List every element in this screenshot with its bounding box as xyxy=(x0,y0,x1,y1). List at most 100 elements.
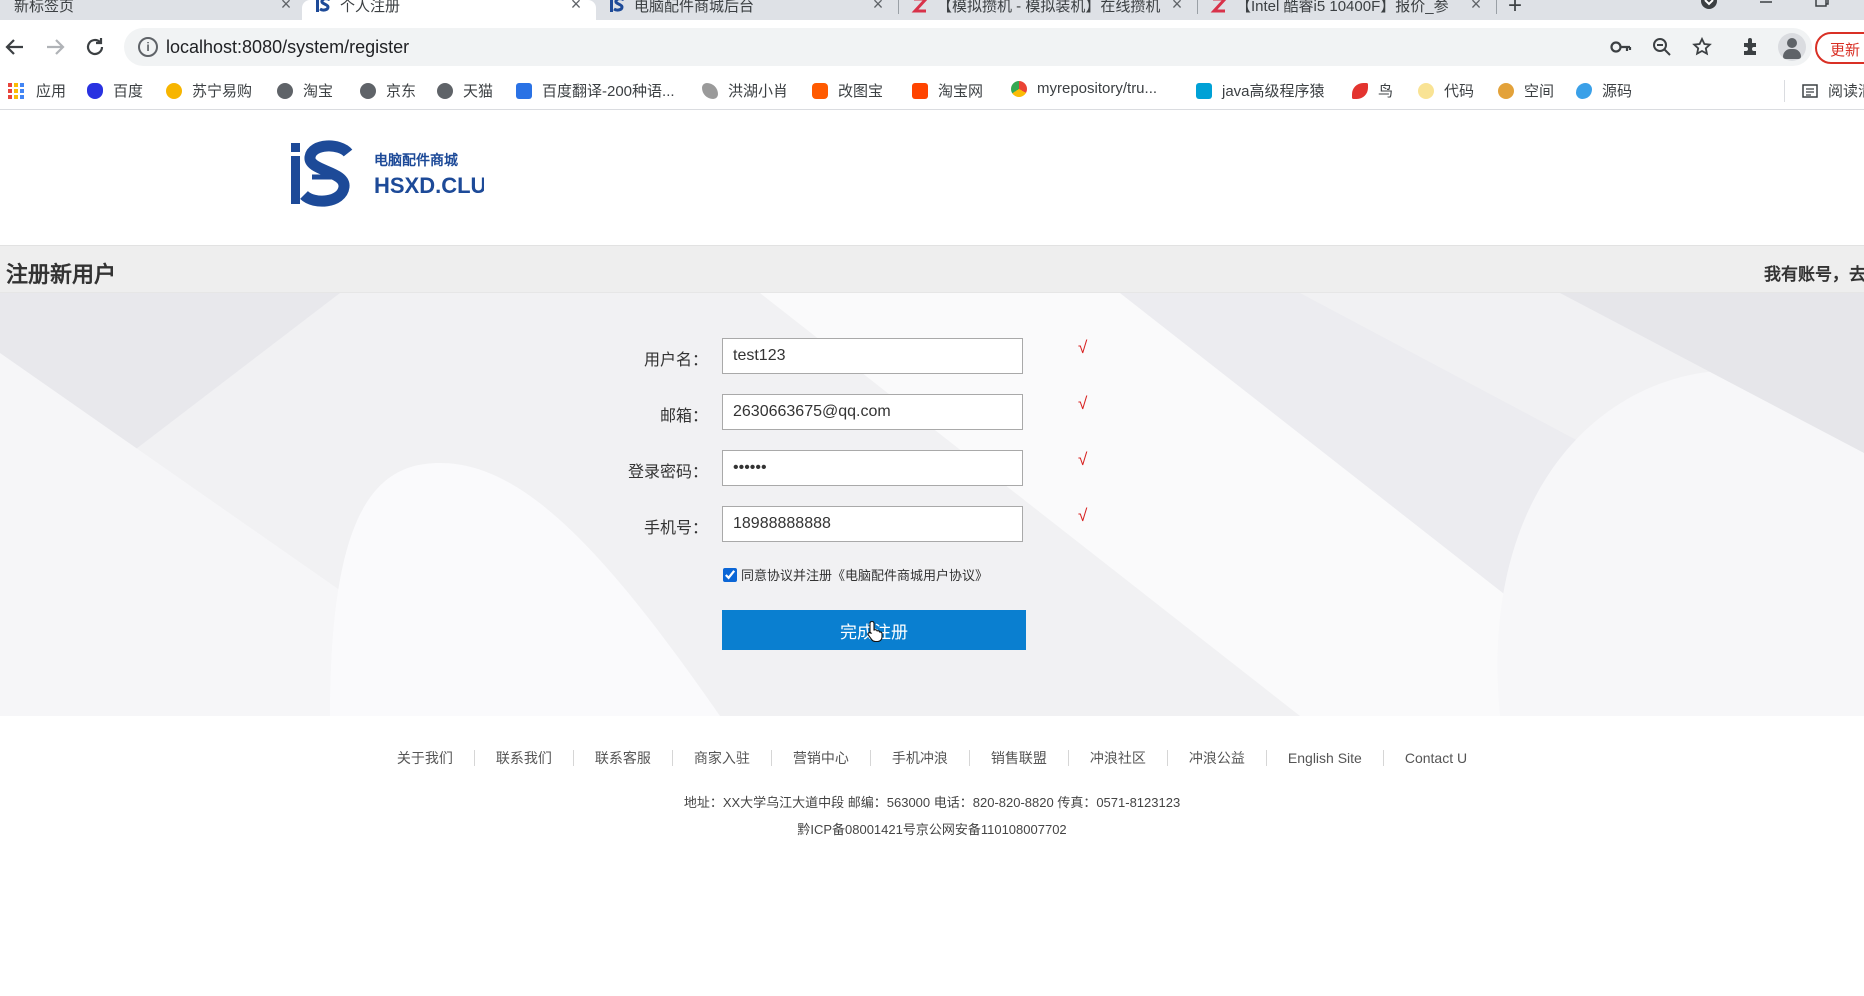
tab-build-pc[interactable]: 【模拟攒机 - 模拟装机】在线攒机 × xyxy=(899,0,1195,20)
bookmark-label: 应用 xyxy=(36,83,67,100)
bookmark-java[interactable]: java高级程序猿 xyxy=(1196,80,1325,101)
bookmark-label: 鸟 xyxy=(1378,83,1394,100)
footer-link-affiliate[interactable]: 销售联盟 xyxy=(970,750,1069,766)
email-row: 邮箱： √ xyxy=(0,394,1864,430)
bookmark-code[interactable]: 代码 xyxy=(1418,80,1474,101)
bookmark-source[interactable]: 源码 xyxy=(1576,80,1632,101)
bookmark-label: myrepository/tru... xyxy=(1037,80,1158,97)
globe-icon xyxy=(360,82,376,99)
translate-icon xyxy=(516,82,532,99)
site-info-icon[interactable]: i xyxy=(138,37,158,57)
tab-register[interactable]: 个人注册 × xyxy=(302,0,596,20)
bookmark-bird[interactable]: 鸟 xyxy=(1352,80,1393,101)
tab-search-icon[interactable] xyxy=(1700,0,1718,12)
bookmark-label: 苏宁易购 xyxy=(192,83,253,100)
minimize-window-icon[interactable] xyxy=(1758,0,1774,6)
phone-valid-mark: √ xyxy=(1078,506,1088,525)
username-input[interactable] xyxy=(722,338,1023,374)
email-label: 邮箱： xyxy=(659,408,708,425)
bookmark-baidu[interactable]: 百度 xyxy=(87,80,143,101)
forward-arrow-icon[interactable] xyxy=(44,36,66,58)
phone-row: 手机号： √ xyxy=(0,506,1864,542)
bookmark-taobao[interactable]: 淘宝 xyxy=(277,80,333,101)
close-icon[interactable]: × xyxy=(566,0,586,15)
bookmark-label: 空间 xyxy=(1524,83,1555,100)
red-bird-icon xyxy=(1352,82,1368,99)
back-arrow-icon[interactable] xyxy=(4,36,26,58)
bookmark-label: 源码 xyxy=(1602,83,1633,100)
bookmark-qzone[interactable]: 空间 xyxy=(1498,80,1554,101)
taobao-icon xyxy=(912,82,928,99)
footer-link-support[interactable]: 联系客服 xyxy=(574,750,673,766)
footer-link-contact-us[interactable]: Contact U xyxy=(1384,750,1488,766)
footer-link-mobile[interactable]: 手机冲浪 xyxy=(871,750,970,766)
site-header: HSXD.CLUB 电脑配件商城 xyxy=(0,111,1864,245)
zol-favicon-icon xyxy=(911,0,928,13)
tab-admin[interactable]: 电脑配件商城后台 × xyxy=(596,0,896,20)
tab-separator xyxy=(1496,0,1497,14)
footer-links: 关于我们 联系我们 联系客服 商家入驻 营销中心 手机冲浪 销售联盟 冲浪社区 … xyxy=(0,750,1864,766)
login-hint: 我有账号，去登 xyxy=(1764,260,1864,285)
password-label: 登录密码： xyxy=(627,464,708,481)
bookmark-label: 天猫 xyxy=(463,83,494,100)
close-icon[interactable]: × xyxy=(276,0,296,15)
site-footer: 关于我们 联系我们 联系客服 商家入驻 营销中心 手机冲浪 销售联盟 冲浪社区 … xyxy=(0,716,1864,996)
bookmark-label: java高级程序猿 xyxy=(1222,83,1325,100)
bookmark-apps[interactable]: 应用 xyxy=(8,80,66,101)
password-row: 登录密码： √ xyxy=(0,450,1864,486)
close-icon[interactable]: × xyxy=(1466,0,1486,15)
phone-input[interactable] xyxy=(722,506,1023,542)
suning-lion-icon xyxy=(166,82,182,99)
tab-intel-price[interactable]: 【Intel 酷睿i5 10400F】报价_参 × xyxy=(1198,0,1494,20)
photo-edit-icon xyxy=(812,82,828,99)
footer-link-contact[interactable]: 联系我们 xyxy=(475,750,574,766)
bookmark-jd[interactable]: 京东 xyxy=(360,80,416,101)
bookmark-star-icon[interactable] xyxy=(1692,37,1712,57)
qzone-icon xyxy=(1498,82,1514,99)
footer-link-charity[interactable]: 冲浪公益 xyxy=(1168,750,1267,766)
address-bar[interactable]: i localhost:8080/system/register xyxy=(124,28,1812,66)
fish-icon xyxy=(1576,82,1592,99)
globe-icon xyxy=(277,82,293,99)
footer-link-marketing[interactable]: 营销中心 xyxy=(772,750,871,766)
tab-new-tab[interactable]: 新标签页 × xyxy=(0,0,300,20)
close-icon[interactable]: × xyxy=(1167,0,1187,15)
tab-title: 电脑配件商城后台 xyxy=(634,0,755,15)
profile-avatar-icon[interactable] xyxy=(1778,33,1806,61)
bookmark-suning[interactable]: 苏宁易购 xyxy=(166,80,252,101)
close-icon[interactable]: × xyxy=(868,0,888,15)
agreement-row[interactable]: 同意协议并注册《电脑配件商城用户协议》 xyxy=(723,565,988,584)
email-valid-mark: √ xyxy=(1078,394,1088,413)
agreement-checkbox[interactable] xyxy=(723,567,737,582)
site-logo[interactable]: HSXD.CLUB 电脑配件商城 xyxy=(288,139,502,209)
footer-link-community[interactable]: 冲浪社区 xyxy=(1069,750,1168,766)
address-url[interactable]: localhost:8080/system/register xyxy=(166,37,409,58)
footer-link-about[interactable]: 关于我们 xyxy=(376,750,475,766)
bookmark-label: 洪湖小肖 xyxy=(728,83,789,100)
page-title-bar: 注册新用户 我有账号，去登 xyxy=(0,245,1864,293)
zoom-out-icon[interactable] xyxy=(1652,37,1672,57)
update-browser-button[interactable]: 更新 xyxy=(1815,32,1864,64)
key-icon[interactable] xyxy=(1610,38,1632,56)
browser-toolbar: i localhost:8080/system/register 更新 xyxy=(0,20,1864,74)
site-favicon-icon xyxy=(610,0,624,12)
bookmark-myrepository[interactable]: myrepository/tru... xyxy=(1011,80,1157,97)
restore-window-icon[interactable] xyxy=(1814,0,1830,8)
password-input[interactable] xyxy=(722,450,1023,486)
footer-link-english[interactable]: English Site xyxy=(1267,750,1384,766)
reload-icon[interactable] xyxy=(84,36,106,58)
bookmark-tmall[interactable]: 天猫 xyxy=(437,80,493,101)
email-input[interactable] xyxy=(722,394,1023,430)
reading-list-icon xyxy=(1802,83,1818,98)
page-title: 注册新用户 xyxy=(6,262,117,287)
login-hint-text: 我有账号，去 xyxy=(1764,265,1864,284)
reading-list-button[interactable]: 阅读清 xyxy=(1802,80,1864,101)
bookmark-gaitubao[interactable]: 改图宝 xyxy=(812,80,883,101)
extensions-puzzle-icon[interactable] xyxy=(1740,36,1762,58)
bookmark-baidu-translate[interactable]: 百度翻译-200种语... xyxy=(516,80,675,101)
bookmark-taobao-net[interactable]: 淘宝网 xyxy=(912,80,983,101)
footer-link-merchant[interactable]: 商家入驻 xyxy=(673,750,772,766)
reading-list-label: 阅读清 xyxy=(1828,83,1864,100)
bookmark-honghu[interactable]: 洪湖小肖 xyxy=(702,80,788,101)
new-tab-plus-icon[interactable]: + xyxy=(1508,0,1522,20)
